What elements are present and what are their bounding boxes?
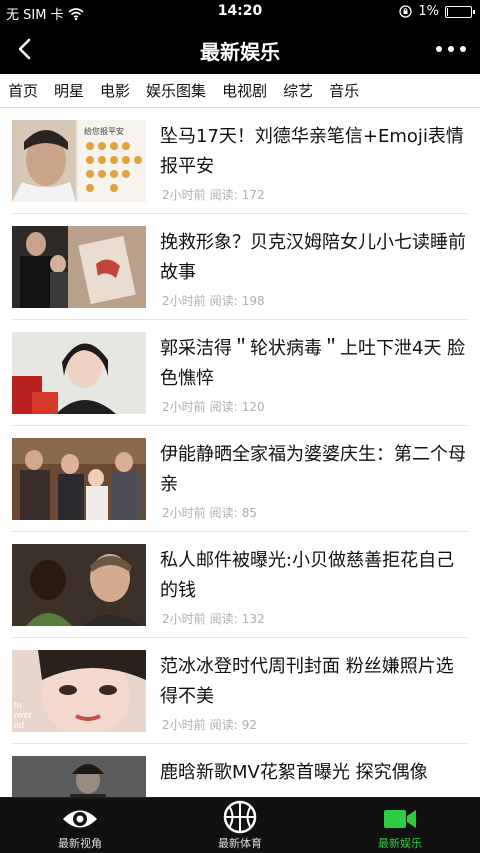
read-label: 阅读:: [209, 188, 238, 202]
news-list: 给您报平安 坠马17天！刘德华亲笔信+Emoji表情报平安 2小时前 阅读: 172…: [0, 108, 480, 797]
news-item[interactable]: 挽救形象？贝克汉姆陪女儿小七读睡前故事 2小时前 阅读: 198: [12, 214, 468, 320]
tab-variety[interactable]: 综艺: [275, 74, 321, 107]
read-count: 198: [241, 294, 265, 308]
tab-label: 首页: [8, 82, 39, 100]
news-item[interactable]: 鹿晗新歌MV花絮首曝光 探究偶像: [12, 744, 468, 797]
page-title: 最新娱乐: [200, 40, 280, 64]
news-meta: 2小时前 阅读: 172: [162, 186, 269, 203]
tab-stars[interactable]: 明星: [46, 74, 92, 107]
read-count: 85: [241, 506, 257, 520]
eye-icon: [63, 810, 97, 828]
orientation-lock-icon: [399, 5, 413, 18]
status-bar: 无 SIM 卡 14:20 1%: [0, 0, 480, 24]
news-item[interactable]: to over nd 范冰冰登时代周刊封面 粉丝嫌照片选得不美 2小时前 阅读: 92: [12, 638, 468, 744]
news-thumbnail: to over nd: [12, 650, 146, 732]
news-thumbnail: [12, 544, 146, 626]
read-label: 阅读:: [209, 718, 238, 732]
status-right: 1%: [399, 4, 475, 19]
tabbar-label: 最新视角: [58, 837, 102, 850]
news-item[interactable]: 郭采洁得＂轮状病毒＂上吐下泄4天 脸色憔悴 2小时前 阅读: 120: [12, 320, 468, 426]
dot: [436, 46, 442, 52]
read-label: 阅读:: [209, 400, 238, 414]
tab-tv[interactable]: 电视剧: [214, 74, 275, 107]
tab-label: 综艺: [283, 82, 314, 100]
tab-gallery[interactable]: 娱乐图集: [138, 74, 214, 107]
read-count: 172: [241, 188, 265, 202]
news-title: 坠马17天！刘德华亲笔信+Emoji表情报平安: [160, 126, 464, 177]
news-time: 2小时前: [162, 506, 206, 520]
read-label: 阅读:: [209, 612, 238, 626]
tabbar-item-sports[interactable]: 最新体育: [160, 798, 320, 853]
read-count: 132: [241, 612, 265, 626]
news-thumbnail: [12, 332, 146, 414]
tabbar-label: 最新体育: [218, 837, 262, 850]
news-title: 挽救形象？贝克汉姆陪女儿小七读睡前故事: [160, 232, 466, 283]
news-meta: 2小时前 阅读: 198: [162, 292, 269, 309]
battery-fill: [447, 7, 448, 16]
thumb-letter-heading: 给您报平安: [84, 126, 124, 136]
news-title: 私人邮件被曝光:小贝做慈善拒花自己的钱: [160, 550, 455, 601]
dot: [460, 46, 466, 52]
read-count: 92: [241, 718, 257, 732]
battery-icon: [445, 5, 475, 18]
read-count: 120: [241, 400, 265, 414]
news-item[interactable]: 给您报平安 坠马17天！刘德华亲笔信+Emoji表情报平安 2小时前 阅读: 172: [12, 108, 468, 214]
news-meta: 2小时前 阅读: 85: [162, 504, 261, 521]
tab-home[interactable]: 首页: [0, 74, 46, 107]
news-meta: 2小时前 阅读: 92: [162, 716, 261, 733]
battery-percent: 1%: [418, 4, 439, 19]
tabbar-item-perspective[interactable]: 最新视角: [0, 798, 160, 853]
tab-music[interactable]: 音乐: [321, 74, 367, 107]
news-title: 范冰冰登时代周刊封面 粉丝嫌照片选得不美: [160, 656, 454, 707]
more-dots-icon[interactable]: [436, 36, 466, 62]
news-title: 伊能静晒全家福为婆婆庆生：第二个母亲: [160, 444, 466, 495]
news-title: 鹿晗新歌MV花絮首曝光 探究偶像: [160, 762, 428, 783]
news-thumbnail: [12, 756, 146, 797]
tab-label: 音乐: [329, 82, 360, 100]
bottom-tab-bar: 最新视角 最新体育 最新娱乐: [0, 797, 480, 853]
read-label: 阅读:: [209, 506, 238, 520]
tab-label: 电影: [100, 82, 131, 100]
news-time: 2小时前: [162, 188, 206, 202]
news-item[interactable]: 私人邮件被曝光:小贝做慈善拒花自己的钱 2小时前 阅读: 132: [12, 532, 468, 638]
news-thumbnail: [12, 438, 146, 520]
basketball-icon: [223, 800, 257, 834]
news-meta: 2小时前 阅读: 120: [162, 398, 269, 415]
news-meta: 2小时前 阅读: 132: [162, 610, 269, 627]
tab-label: 明星: [54, 82, 85, 100]
news-item[interactable]: 伊能静晒全家福为婆婆庆生：第二个母亲 2小时前 阅读: 85: [12, 426, 468, 532]
nav-bar: 最新娱乐: [0, 24, 480, 74]
news-time: 2小时前: [162, 718, 206, 732]
video-camera-icon: [384, 810, 416, 828]
tab-movies[interactable]: 电影: [92, 74, 138, 107]
news-time: 2小时前: [162, 400, 206, 414]
category-tabs: 首页 明星 电影 娱乐图集 电视剧 综艺 音乐: [0, 74, 480, 108]
tabbar-item-entertainment[interactable]: 最新娱乐: [320, 798, 480, 853]
dot: [448, 46, 454, 52]
news-thumbnail: [12, 226, 146, 308]
read-label: 阅读:: [209, 294, 238, 308]
tab-label: 电视剧: [222, 82, 268, 100]
news-thumbnail: 给您报平安: [12, 120, 146, 202]
tabbar-label: 最新娱乐: [378, 837, 422, 850]
tab-label: 娱乐图集: [146, 82, 207, 100]
news-time: 2小时前: [162, 612, 206, 626]
news-title: 郭采洁得＂轮状病毒＂上吐下泄4天 脸色憔悴: [160, 338, 466, 389]
news-time: 2小时前: [162, 294, 206, 308]
